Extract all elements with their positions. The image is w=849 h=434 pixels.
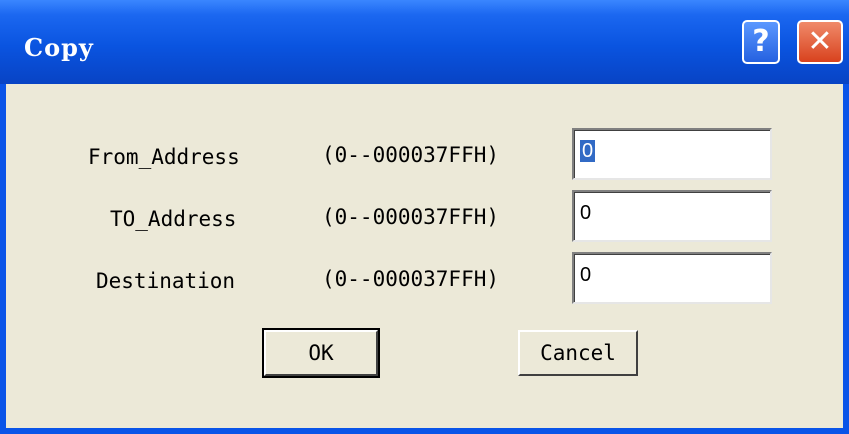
window-title: Copy [24, 33, 94, 62]
from-address-value: 0 [580, 140, 596, 162]
from-address-field[interactable]: 0 [572, 128, 772, 180]
destination-range: (0--000037FFH) [322, 267, 500, 291]
copy-dialog: Copy ? ✕ From_Address (0--000037FFH) 0 T… [0, 0, 849, 434]
dialog-body: From_Address (0--000037FFH) 0 TO_Address… [6, 84, 843, 428]
ok-button[interactable]: OK [262, 328, 380, 378]
to-address-value: 0 [580, 202, 592, 224]
destination-value: 0 [580, 264, 592, 286]
to-address-field[interactable]: 0 [572, 190, 772, 242]
from-address-label: From_Address [88, 145, 240, 169]
destination-label: Destination [96, 269, 236, 293]
to-address-range: (0--000037FFH) [322, 205, 500, 229]
close-button[interactable]: ✕ [797, 20, 843, 64]
close-icon: ✕ [807, 24, 833, 59]
title-bar[interactable]: Copy ? ✕ [0, 0, 849, 84]
help-icon: ? [752, 24, 770, 59]
help-button[interactable]: ? [742, 20, 780, 64]
cancel-button[interactable]: Cancel [518, 330, 638, 376]
from-address-range: (0--000037FFH) [322, 143, 500, 167]
destination-field[interactable]: 0 [572, 252, 772, 304]
to-address-label: TO_Address [110, 207, 237, 231]
